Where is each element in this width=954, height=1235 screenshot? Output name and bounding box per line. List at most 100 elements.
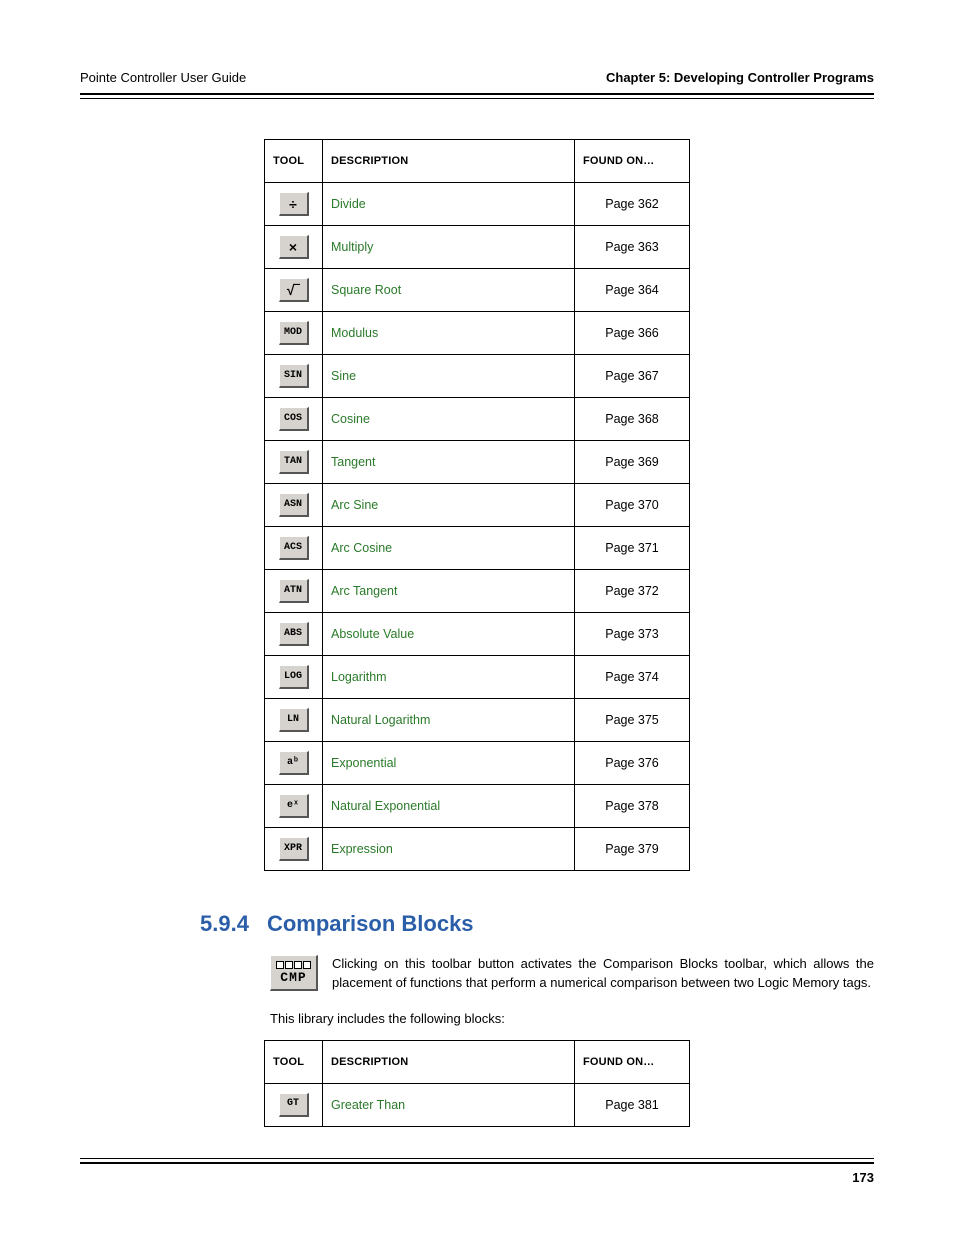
found-on-cell: Page 364 (575, 269, 690, 312)
tool-cell: MOD (265, 312, 323, 355)
tool-cell: ATN (265, 570, 323, 613)
table-row: √‾ Square RootPage 364 (265, 269, 690, 312)
tool-button-icon: ÷ (279, 192, 309, 216)
table-row: LOG LogarithmPage 374 (265, 656, 690, 699)
tool-button-icon: × (279, 235, 309, 259)
tool-button-icon: ACS (279, 536, 309, 560)
section-heading: 5.9.4 Comparison Blocks (80, 911, 874, 937)
description-cell: Expression (323, 828, 575, 871)
library-intro: This library includes the following bloc… (80, 1011, 874, 1026)
tool-cell: ACS (265, 527, 323, 570)
table-row: ACSArc CosinePage 371 (265, 527, 690, 570)
found-on-cell: Page 363 (575, 226, 690, 269)
table-header-row: TOOL DESCRIPTION FOUND ON… (265, 1040, 690, 1083)
tool-button-icon: ATN (279, 579, 309, 603)
col-found-on: FOUND ON… (575, 1040, 690, 1083)
cmp-icon-label: CMP (280, 971, 306, 984)
table-row: LN Natural LogarithmPage 375 (265, 699, 690, 742)
tool-cell: GT (265, 1083, 323, 1126)
table-row: GT Greater ThanPage 381 (265, 1083, 690, 1126)
col-found-on: FOUND ON… (575, 140, 690, 183)
description-cell: Cosine (323, 398, 575, 441)
tool-button-icon: XPR (279, 837, 309, 861)
tool-button-icon: ASN (279, 493, 309, 517)
col-tool: TOOL (265, 1040, 323, 1083)
tool-button-icon: eˣ (279, 794, 309, 818)
tool-cell: aᵇ (265, 742, 323, 785)
found-on-cell: Page 369 (575, 441, 690, 484)
found-on-cell: Page 373 (575, 613, 690, 656)
footer-rule-thick (80, 1162, 874, 1164)
section-paragraph: Clicking on this toolbar button activate… (332, 955, 874, 993)
tool-cell: XPR (265, 828, 323, 871)
found-on-cell: Page 376 (575, 742, 690, 785)
table-row: ×MultiplyPage 363 (265, 226, 690, 269)
found-on-cell: Page 370 (575, 484, 690, 527)
description-cell: Modulus (323, 312, 575, 355)
found-on-cell: Page 362 (575, 183, 690, 226)
description-cell: Tangent (323, 441, 575, 484)
math-tools-table: TOOL DESCRIPTION FOUND ON… ÷DividePage 3… (264, 139, 690, 871)
description-cell: Arc Tangent (323, 570, 575, 613)
found-on-cell: Page 375 (575, 699, 690, 742)
description-cell: Logarithm (323, 656, 575, 699)
header-rule-thick (80, 93, 874, 95)
tool-button-icon: LOG (279, 665, 309, 689)
found-on-cell: Page 367 (575, 355, 690, 398)
tool-button-icon: SIN (279, 364, 309, 388)
table-row: eˣ Natural ExponentialPage 378 (265, 785, 690, 828)
found-on-cell: Page 368 (575, 398, 690, 441)
table-row: XPR ExpressionPage 379 (265, 828, 690, 871)
cmp-icon-boxes (276, 961, 311, 969)
tool-button-icon: LN (279, 708, 309, 732)
header-chapter-title: Chapter 5: Developing Controller Program… (606, 70, 874, 85)
tool-button-icon: TAN (279, 450, 309, 474)
tool-cell: ABS (265, 613, 323, 656)
page-number: 173 (80, 1170, 874, 1185)
table-row: COS CosinePage 368 (265, 398, 690, 441)
tool-cell: LOG (265, 656, 323, 699)
description-cell: Divide (323, 183, 575, 226)
found-on-cell: Page 372 (575, 570, 690, 613)
tool-button-icon: COS (279, 407, 309, 431)
table-row: TAN TangentPage 369 (265, 441, 690, 484)
table-row: aᵇExponentialPage 376 (265, 742, 690, 785)
page-footer: 173 (80, 1158, 874, 1185)
description-cell: Square Root (323, 269, 575, 312)
table-row: ASN Arc SinePage 370 (265, 484, 690, 527)
tool-button-icon: √‾ (279, 278, 309, 302)
table-header-row: TOOL DESCRIPTION FOUND ON… (265, 140, 690, 183)
col-tool: TOOL (265, 140, 323, 183)
description-cell: Exponential (323, 742, 575, 785)
cmp-toolbar-icon: CMP (270, 955, 318, 991)
tool-cell: × (265, 226, 323, 269)
tool-button-icon: MOD (279, 321, 309, 345)
footer-rule-thin (80, 1158, 874, 1159)
description-cell: Arc Sine (323, 484, 575, 527)
tool-button-icon: GT (279, 1093, 309, 1117)
table-row: MOD ModulusPage 366 (265, 312, 690, 355)
page-header: Pointe Controller User Guide Chapter 5: … (80, 70, 874, 91)
tool-cell: TAN (265, 441, 323, 484)
found-on-cell: Page 378 (575, 785, 690, 828)
description-cell: Greater Than (323, 1083, 575, 1126)
found-on-cell: Page 381 (575, 1083, 690, 1126)
section-title: Comparison Blocks (267, 911, 474, 937)
description-cell: Natural Logarithm (323, 699, 575, 742)
description-cell: Natural Exponential (323, 785, 575, 828)
tool-cell: SIN (265, 355, 323, 398)
tool-cell: ASN (265, 484, 323, 527)
section-number: 5.9.4 (200, 911, 249, 937)
found-on-cell: Page 379 (575, 828, 690, 871)
tool-cell: LN (265, 699, 323, 742)
found-on-cell: Page 374 (575, 656, 690, 699)
col-description: DESCRIPTION (323, 1040, 575, 1083)
found-on-cell: Page 371 (575, 527, 690, 570)
tool-cell: eˣ (265, 785, 323, 828)
comparison-tools-table: TOOL DESCRIPTION FOUND ON… GT Greater Tha… (264, 1040, 690, 1127)
table-row: ABSAbsolute ValuePage 373 (265, 613, 690, 656)
found-on-cell: Page 366 (575, 312, 690, 355)
description-cell: Sine (323, 355, 575, 398)
table-row: SIN SinePage 367 (265, 355, 690, 398)
tool-cell: COS (265, 398, 323, 441)
